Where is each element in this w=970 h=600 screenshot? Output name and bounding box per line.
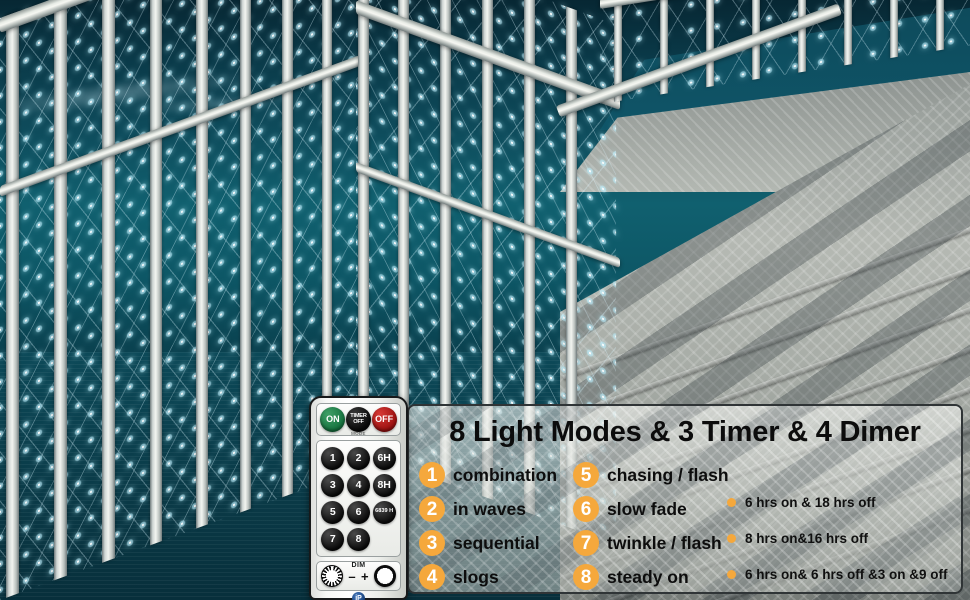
remote-branding: iP ALPHA POWER REMOTE CONTROL MADE IN CH…	[316, 592, 401, 600]
mode-label-6: slow fade	[607, 498, 687, 519]
railing-top-rail	[600, 0, 970, 9]
remote-dimmer-row: DIM – +	[316, 561, 401, 591]
dim-down-sun-icon[interactable]	[321, 565, 343, 587]
remote-timer-off-button[interactable]: TIMER OFF	[345, 407, 371, 432]
mode-label-8: steady on	[607, 566, 689, 587]
timer-option-row: 6 hrs on & 18 hrs off	[727, 484, 957, 520]
light-modes-grid: 1 combination 5 chasing / flash 2 in wav…	[419, 458, 731, 592]
railing-post	[358, 0, 369, 455]
timer-option-row: 6 hrs on& 6 hrs off &3 on &9 off	[727, 556, 957, 592]
railing-post	[54, 0, 67, 581]
dim-up-sun-icon[interactable]	[374, 565, 396, 587]
product-marketing-image: 8 Light Modes & 3 Timer & 4 Dimer 1 comb…	[0, 0, 970, 600]
mode-badge-2: 2	[419, 496, 445, 522]
bullet-dot-icon	[727, 533, 736, 543]
railing-post	[282, 0, 293, 498]
railing-post	[844, 0, 852, 66]
brand-logo-icon: iP	[352, 592, 365, 600]
bullet-dot-icon	[727, 497, 736, 507]
railing-post	[240, 0, 251, 513]
railing-landing-panel	[600, 0, 970, 104]
mode-label-5: chasing / flash	[607, 464, 729, 485]
timer-option-label: 6 hrs on & 18 hrs off	[745, 494, 876, 510]
dim-minus-label: –	[348, 568, 356, 584]
railing-post	[890, 0, 898, 59]
remote-key-7[interactable]: 7	[321, 527, 345, 551]
remote-key-3[interactable]: 3	[321, 473, 345, 497]
remote-key-4[interactable]: 4	[346, 473, 370, 497]
remote-key-empty	[373, 528, 396, 551]
timer-option-row: 8 hrs on&16 hrs off	[727, 520, 957, 556]
timer-option-label: 6 hrs on& 6 hrs off &3 on &9 off	[745, 566, 948, 582]
railing-post	[706, 0, 714, 88]
railing-post	[102, 0, 115, 563]
feature-panel: 8 Light Modes & 3 Timer & 4 Dimer 1 comb…	[407, 404, 963, 594]
timer-options-list: 6 hrs on & 18 hrs off 8 hrs on&16 hrs of…	[727, 484, 957, 592]
mode-badge-7: 7	[573, 530, 599, 556]
remote-off-button[interactable]: OFF	[371, 407, 397, 432]
railing-post	[6, 11, 19, 598]
mode-badge-3: 3	[419, 530, 445, 556]
remote-keypad: 1 2 6H 3 4 8H 5 6 6839 H 7 8	[316, 440, 401, 557]
mode-badge-8: 8	[573, 564, 599, 590]
railing-post	[196, 0, 208, 529]
remote-key-6839h[interactable]: 6839 H	[372, 500, 396, 524]
mode-badge-6: 6	[573, 496, 599, 522]
railing-left-panel	[0, 0, 360, 600]
mode-label-7: twinkle / flash	[607, 532, 722, 553]
mode-label-2: in waves	[453, 498, 526, 519]
remote-key-8[interactable]: 8	[346, 527, 370, 551]
remote-key-2[interactable]: 2	[346, 446, 370, 470]
remote-key-5[interactable]: 5	[321, 500, 345, 524]
mode-badge-4: 4	[419, 564, 445, 590]
mode-badge-5: 5	[573, 462, 599, 488]
remote-control: ON TIMER OFF OFF MODE 1 2 6H 3 4 8H 5 6 …	[309, 396, 408, 600]
remote-key-8h[interactable]: 8H	[372, 473, 396, 497]
remote-on-button[interactable]: ON	[320, 407, 346, 432]
remote-key-1[interactable]: 1	[321, 446, 345, 470]
railing-post	[936, 0, 944, 51]
mode-label-3: sequential	[453, 532, 540, 553]
remote-key-6[interactable]: 6	[346, 500, 370, 524]
remote-mode-caption: MODE	[351, 431, 366, 436]
mode-badge-1: 1	[419, 462, 445, 488]
mode-label-1: combination	[453, 464, 558, 485]
bullet-dot-icon	[727, 569, 736, 579]
timer-option-label: 8 hrs on&16 hrs off	[745, 530, 869, 546]
remote-power-row: ON TIMER OFF OFF MODE	[316, 403, 401, 436]
dim-plus-label: +	[361, 568, 369, 584]
remote-key-6h[interactable]: 6H	[372, 446, 396, 470]
railing-post	[798, 0, 806, 73]
mode-label-4: slogs	[453, 566, 499, 587]
railing-post	[150, 0, 162, 546]
panel-title: 8 Light Modes & 3 Timer & 4 Dimer	[449, 416, 921, 448]
